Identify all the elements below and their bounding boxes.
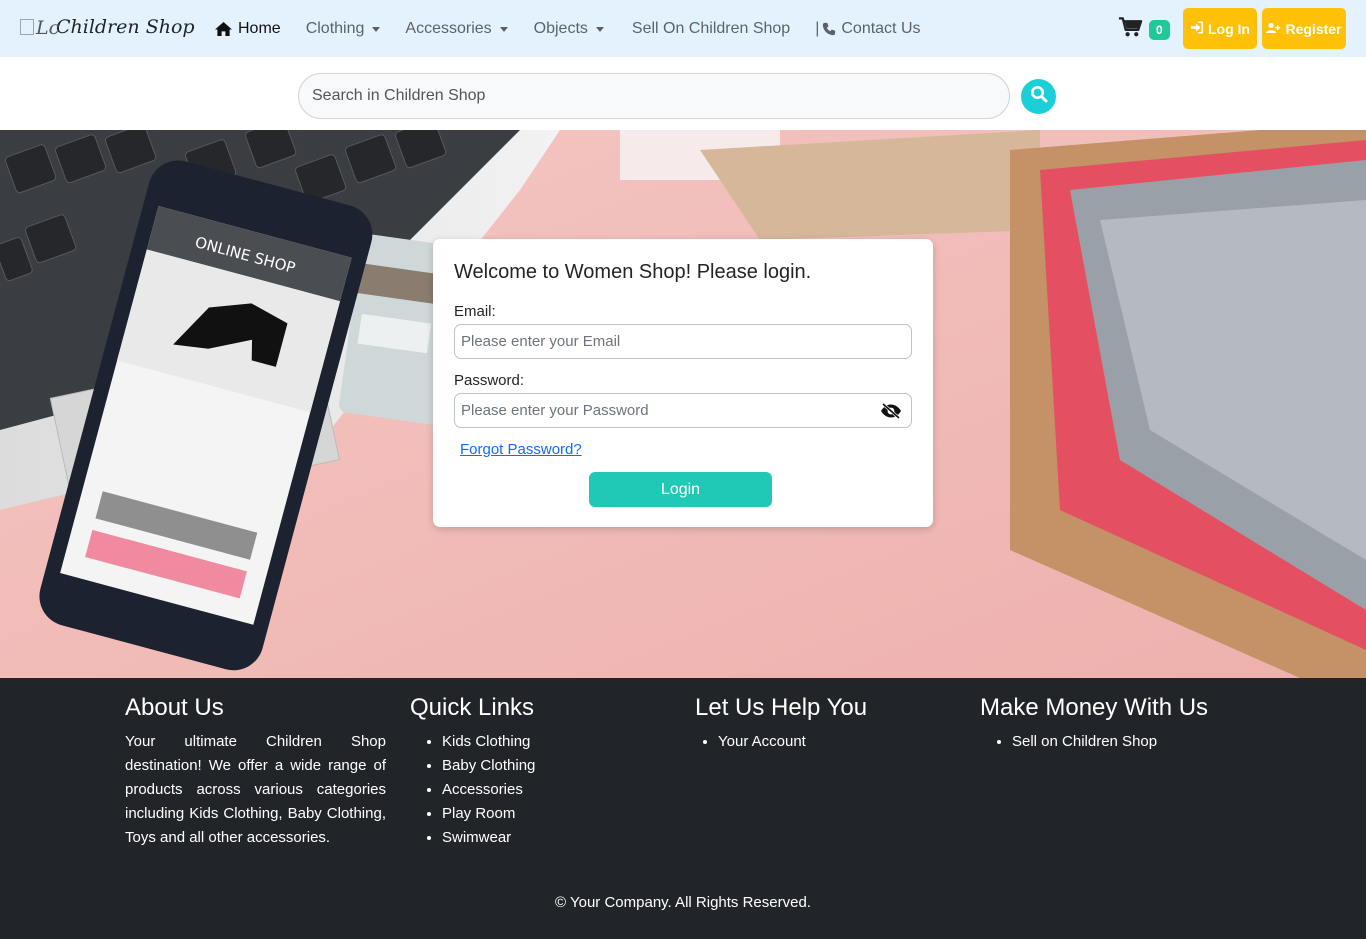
login-button-label: Log In	[1208, 20, 1250, 37]
footer-money-title: Make Money With Us	[980, 694, 1209, 721]
navbar: Children Shop Home Clothing Accessories …	[0, 0, 1366, 57]
hero-image: ONLINE SHOP Welcome to Women Shop! Pleas…	[0, 130, 1366, 678]
footer-help: Let Us Help You Your Account	[695, 694, 867, 754]
password-placeholder: Please enter your Password	[461, 402, 649, 419]
footer-quick-links: Quick Links Kids Clothing Baby Clothing …	[410, 694, 535, 850]
forgot-password-link[interactable]: Forgot Password?	[460, 441, 582, 458]
search-placeholder: Search in Children Shop	[312, 87, 486, 104]
chevron-down-icon	[499, 27, 508, 32]
home-icon	[214, 21, 233, 37]
footer-link-accessories[interactable]: Accessories	[442, 778, 535, 802]
register-button-label: Register	[1285, 20, 1342, 37]
chevron-down-icon	[595, 27, 604, 32]
login-card: Welcome to Women Shop! Please login. Ema…	[433, 239, 933, 527]
footer-link-play-room[interactable]: Play Room	[442, 802, 535, 826]
footer-link-your-account[interactable]: Your Account	[718, 730, 867, 754]
footer-money: Make Money With Us Sell on Children Shop	[980, 694, 1208, 754]
email-label: Email:	[454, 303, 496, 320]
footer: About Us Your ultimate Children Shop des…	[0, 678, 1366, 939]
footer-about: About Us Your ultimate Children Shop des…	[125, 694, 386, 850]
cart-button[interactable]: 0	[1118, 16, 1170, 43]
nav-contact-label: Contact Us	[841, 19, 921, 37]
nav-home[interactable]: Home	[214, 20, 281, 38]
nav-sell-label: Sell On Children Shop	[631, 19, 791, 37]
nav-accessories-label: Accessories	[405, 19, 492, 37]
register-button[interactable]: Register	[1262, 8, 1346, 49]
sign-in-icon	[1190, 20, 1204, 37]
phone-icon	[822, 22, 836, 36]
footer-copyright: © Your Company. All Rights Reserved.	[555, 894, 811, 911]
eye-slash-icon[interactable]	[880, 402, 902, 423]
cart-count-badge: 0	[1149, 19, 1170, 40]
login-title: Welcome to Women Shop! Please login.	[454, 261, 812, 283]
nav-contact-divider: |	[815, 19, 820, 37]
nav-contact[interactable]: | Contact Us	[815, 20, 920, 38]
footer-help-title: Let Us Help You	[695, 694, 868, 721]
nav-clothing-dropdown[interactable]: Clothing	[306, 20, 381, 38]
nav-home-label: Home	[238, 19, 281, 37]
brand-logo[interactable]: Children Shop	[20, 16, 195, 39]
search-button[interactable]	[1021, 79, 1056, 114]
user-plus-icon	[1266, 21, 1281, 37]
nav-objects-label: Objects	[533, 19, 588, 37]
nav-accessories-dropdown[interactable]: Accessories	[405, 19, 508, 38]
cart-icon	[1118, 16, 1143, 43]
email-field[interactable]: Please enter your Email	[454, 324, 912, 359]
login-button[interactable]: Log In	[1183, 8, 1257, 49]
footer-link-sell[interactable]: Sell on Children Shop	[1012, 730, 1208, 754]
nav-objects-dropdown[interactable]: Objects	[534, 20, 604, 38]
password-label: Password:	[454, 372, 525, 389]
logo-image	[20, 17, 59, 39]
footer-link-kids-clothing[interactable]: Kids Clothing	[442, 730, 535, 754]
footer-about-text: Your ultimate Children Shop destination!…	[125, 733, 386, 846]
nav-sell[interactable]: Sell On Children Shop	[632, 20, 790, 38]
brand-name: Children Shop	[56, 16, 195, 38]
search-input[interactable]: Search in Children Shop	[298, 73, 1010, 119]
search-icon	[1030, 85, 1048, 108]
nav-clothing-label: Clothing	[305, 19, 365, 37]
footer-link-baby-clothing[interactable]: Baby Clothing	[442, 754, 535, 778]
footer-about-title: About Us	[125, 694, 224, 721]
email-placeholder: Please enter your Email	[461, 333, 621, 350]
nav-links: Home Clothing Accessories Objects Sell O…	[214, 0, 921, 57]
password-field[interactable]: Please enter your Password	[454, 393, 912, 428]
chevron-down-icon	[372, 27, 381, 32]
login-submit-button[interactable]: Login	[589, 472, 772, 507]
footer-link-swimwear[interactable]: Swimwear	[442, 826, 535, 850]
footer-quick-links-title: Quick Links	[410, 694, 535, 721]
